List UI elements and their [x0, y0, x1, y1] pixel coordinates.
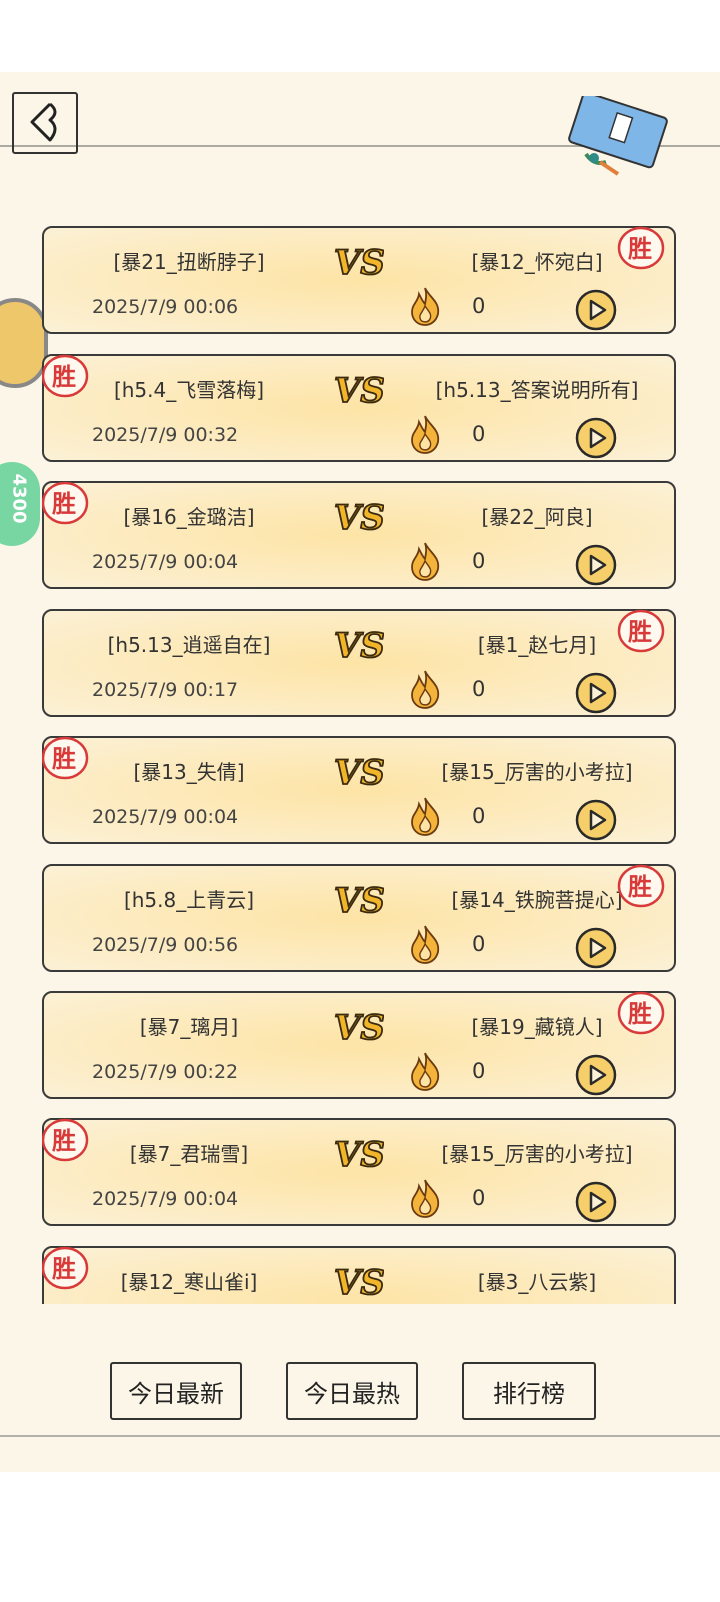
- left-player-name: [暴7_璃月]: [139, 1015, 239, 1039]
- match-time: 2025/7/9 00:56: [92, 934, 239, 956]
- match-time: 2025/7/9 00:04: [92, 806, 239, 828]
- vs-icon: VS: [333, 1007, 384, 1047]
- fire-icon: [411, 415, 440, 454]
- svg-text:胜: 胜: [628, 873, 652, 901]
- footer-divider: [0, 1435, 720, 1437]
- match-time: 2025/7/9 00:06: [92, 296, 239, 318]
- vs-icon: VS: [333, 625, 384, 665]
- play-icon[interactable]: [574, 926, 618, 970]
- match-time: 2025/7/9 00:17: [92, 679, 239, 701]
- svg-text:VS: VS: [334, 753, 384, 792]
- book-icon[interactable]: [566, 96, 676, 180]
- hot-count: 0: [472, 677, 486, 701]
- svg-text:胜: 胜: [628, 618, 652, 646]
- right-player-name: [h5.13_答案说明所有]: [435, 378, 639, 402]
- vs-icon: VS: [333, 242, 384, 282]
- win-stamp-icon: 胜: [617, 609, 665, 653]
- hot-count: 0: [472, 1186, 486, 1210]
- win-stamp-icon: 胜: [42, 736, 89, 780]
- match-card[interactable]: [暴12_寒山雀i] [暴3_八云紫] VS 胜: [42, 1246, 676, 1304]
- vs-icon: VS: [333, 1262, 384, 1302]
- ranking-button[interactable]: 排行榜: [462, 1362, 596, 1420]
- svg-text:胜: 胜: [628, 235, 652, 263]
- win-stamp-icon: 胜: [42, 1246, 89, 1290]
- play-icon[interactable]: [574, 798, 618, 842]
- win-stamp-icon: 胜: [42, 354, 89, 398]
- svg-text:胜: 胜: [52, 490, 76, 518]
- match-card[interactable]: [暴7_君瑞雪] [暴15_厉害的小考拉] 2025/7/9 00:04 0 V…: [42, 1118, 676, 1226]
- right-player-name: [暴15_厉害的小考拉]: [441, 1142, 633, 1166]
- svg-text:VS: VS: [334, 498, 384, 537]
- play-icon[interactable]: [574, 543, 618, 587]
- vs-icon: VS: [333, 370, 384, 410]
- vs-icon: VS: [333, 752, 384, 792]
- svg-text:胜: 胜: [52, 745, 76, 773]
- svg-text:VS: VS: [334, 881, 384, 920]
- fire-icon: [411, 925, 440, 964]
- right-player-name: [暴3_八云紫]: [477, 1270, 597, 1294]
- svg-text:胜: 胜: [52, 1255, 76, 1283]
- hot-count: 0: [472, 422, 486, 446]
- side-score-badge[interactable]: 4300: [0, 462, 40, 546]
- match-time: 2025/7/9 00:04: [92, 551, 239, 573]
- match-card[interactable]: [暴7_璃月] [暴19_藏镜人] 2025/7/9 00:22 0 VS 胜: [42, 991, 676, 1099]
- svg-text:VS: VS: [334, 626, 384, 665]
- fire-icon: [411, 1179, 440, 1218]
- vs-icon: VS: [333, 880, 384, 920]
- hot-count: 0: [472, 549, 486, 573]
- match-card[interactable]: [暴13_失倩] [暴15_厉害的小考拉] 2025/7/9 00:04 0 V…: [42, 736, 676, 844]
- back-button[interactable]: [12, 92, 78, 154]
- hot-count: 0: [472, 1059, 486, 1083]
- win-stamp-icon: 胜: [617, 991, 665, 1035]
- right-player-name: [暴15_厉害的小考拉]: [441, 760, 633, 784]
- svg-text:胜: 胜: [52, 363, 76, 391]
- match-card[interactable]: [暴21_扭断脖子] [暴12_怀宛白] 2025/7/9 00:06 0 VS…: [42, 226, 676, 334]
- play-icon[interactable]: [574, 671, 618, 715]
- svg-text:胜: 胜: [628, 1000, 652, 1028]
- play-icon[interactable]: [574, 1053, 618, 1097]
- svg-text:胜: 胜: [52, 1127, 76, 1155]
- left-player-name: [暴21_扭断脖子]: [113, 250, 265, 274]
- svg-text:VS: VS: [334, 1008, 384, 1047]
- hot-count: 0: [472, 932, 486, 956]
- fire-icon: [411, 287, 440, 326]
- svg-text:VS: VS: [334, 1263, 384, 1302]
- match-card[interactable]: [h5.13_逍遥自在] [暴1_赵七月] 2025/7/9 00:17 0 V…: [42, 609, 676, 717]
- fire-icon: [411, 1052, 440, 1091]
- vs-icon: VS: [333, 497, 384, 537]
- win-stamp-icon: 胜: [617, 864, 665, 908]
- match-time: 2025/7/9 00:32: [92, 424, 239, 446]
- match-time: 2025/7/9 00:22: [92, 1061, 239, 1083]
- chevron-left-icon: [30, 102, 57, 142]
- win-stamp-icon: 胜: [42, 1118, 89, 1162]
- match-list[interactable]: [暴21_扭断脖子] [暴12_怀宛白] 2025/7/9 00:06 0 VS…: [42, 226, 678, 1304]
- svg-text:VS: VS: [334, 243, 384, 282]
- right-player-name: [暴22_阿良]: [481, 505, 593, 529]
- today-latest-button[interactable]: 今日最新: [110, 1362, 242, 1420]
- svg-text:VS: VS: [334, 371, 384, 410]
- match-card[interactable]: [h5.4_飞雪落梅] [h5.13_答案说明所有] 2025/7/9 00:3…: [42, 354, 676, 462]
- fire-icon: [411, 542, 440, 581]
- avatar[interactable]: [0, 298, 48, 388]
- today-hottest-button[interactable]: 今日最热: [286, 1362, 418, 1420]
- play-icon[interactable]: [574, 416, 618, 460]
- match-card[interactable]: [暴16_金璐洁] [暴22_阿良] 2025/7/9 00:04 0 VS 胜: [42, 481, 676, 589]
- svg-text:VS: VS: [334, 1135, 384, 1174]
- hot-count: 0: [472, 294, 486, 318]
- vs-icon: VS: [333, 1134, 384, 1174]
- hot-count: 0: [472, 804, 486, 828]
- match-card[interactable]: [h5.8_上青云] [暴14_铁腕菩提心] 2025/7/9 00:56 0 …: [42, 864, 676, 972]
- left-player-name: [h5.13_逍遥自在]: [107, 633, 271, 657]
- play-icon[interactable]: [574, 288, 618, 332]
- win-stamp-icon: 胜: [617, 226, 665, 270]
- fire-icon: [411, 797, 440, 836]
- fire-icon: [411, 670, 440, 709]
- win-stamp-icon: 胜: [42, 481, 89, 525]
- left-player-name: [h5.8_上青云]: [123, 888, 255, 912]
- play-icon[interactable]: [574, 1180, 618, 1224]
- match-time: 2025/7/9 00:04: [92, 1188, 239, 1210]
